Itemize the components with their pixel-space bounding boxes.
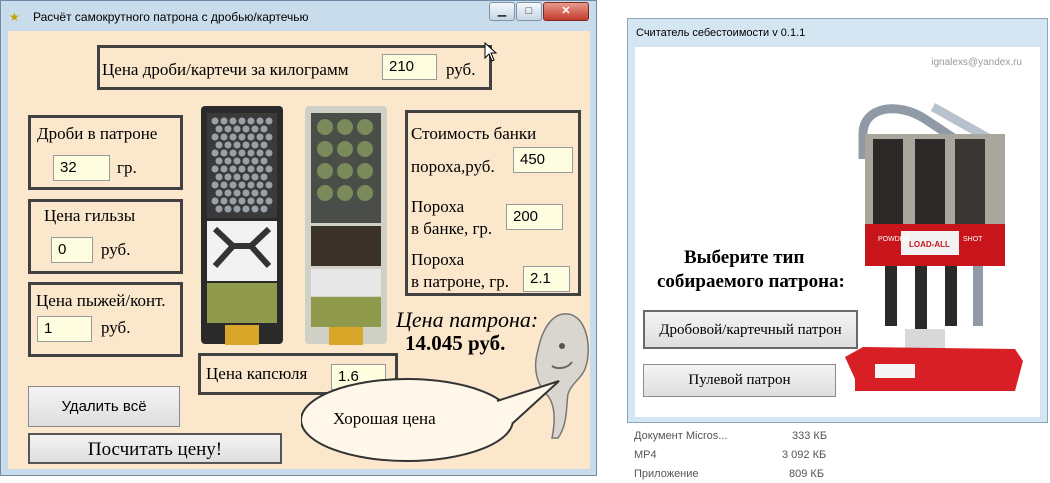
wad-price-unit: руб.	[101, 318, 131, 337]
maximize-button[interactable]: □	[516, 2, 542, 21]
minimize-button[interactable]: ▁	[489, 2, 515, 21]
calculate-button[interactable]: Посчитать цену!	[28, 433, 282, 464]
mouse-cursor-icon	[484, 42, 498, 62]
shot-label: SHOT	[963, 236, 983, 243]
case-price-input[interactable]: 0	[51, 237, 93, 263]
author-email: ignalexs@yandex.ru	[931, 57, 1022, 68]
result-value: 14.045 руб.	[405, 331, 506, 355]
case-price-group: Цена гильзы 0 руб.	[28, 199, 183, 274]
file-size: 809 КБ	[789, 468, 825, 480]
powder-can-cost-label: Стоимость банки	[411, 124, 537, 143]
brand-label: LOAD-ALL	[909, 240, 950, 249]
app-icon: ★	[9, 10, 20, 24]
shot-weight-group: Дроби в патроне 32 гр.	[28, 115, 183, 190]
close-button[interactable]: ✕	[543, 2, 589, 21]
window-title: Считатель себестоимости v 0.1.1	[636, 27, 806, 39]
shot-cartridge-button[interactable]: Дробовой/картечный патрон	[643, 310, 858, 349]
wad-price-group: Цена пыжей/конт. 1 руб.	[28, 282, 183, 357]
primer-price-label: Цена капсюля	[206, 364, 308, 383]
wad-price-label: Цена пыжей/конт.	[36, 291, 166, 310]
shot-calculator-window: ★ Расчёт самокрутного патрона с дробью/к…	[0, 0, 597, 476]
powder-in-shell-label-2: в патроне, гр.	[411, 272, 509, 291]
file-list-background: Документ Micros... 333 КБ MP4 3 092 КБ П…	[600, 420, 1050, 480]
powder-in-can-label: Пороха	[411, 197, 465, 216]
wad-price-input[interactable]: 1	[37, 316, 92, 342]
type-select-panel: ignalexs@yandex.ru POWDER SHOT LOAD-ALL …	[635, 47, 1040, 417]
calculator-panel: Цена дроби/картечи за килограмм 210 руб.…	[8, 31, 590, 469]
case-price-label: Цена гильзы	[44, 206, 136, 225]
shot-weight-unit: гр.	[117, 158, 137, 177]
cost-calculator-window: Считатель себестоимости v 0.1.1 ignalexs…	[627, 18, 1048, 423]
file-size: 333 КБ	[792, 430, 828, 442]
powder-group: Стоимость банки пороха,руб. 450 Пороха в…	[405, 110, 581, 296]
powder-in-shell-input[interactable]: 2.1	[523, 266, 570, 292]
shot-price-group: Цена дроби/картечи за килограмм 210 руб.	[97, 45, 492, 90]
powder-label: POWDER	[878, 236, 910, 243]
powder-in-can-input[interactable]: 200	[506, 204, 563, 230]
select-heading: Выберите тип	[684, 247, 805, 268]
shot-weight-input[interactable]: 32	[53, 155, 110, 181]
case-price-unit: руб.	[101, 240, 131, 259]
shot-price-unit: руб.	[446, 60, 476, 79]
shot-weight-label: Дроби в патроне	[37, 124, 158, 143]
result-label: Цена патрона:	[396, 307, 539, 332]
list-item[interactable]: Приложение 809 КБ	[634, 465, 854, 483]
window-title: Расчёт самокрутного патрона с дробью/кар…	[33, 10, 309, 24]
list-item[interactable]: MP4 3 092 КБ	[634, 446, 854, 464]
speech-text: Хорошая цена	[333, 409, 436, 428]
select-heading-2: собираемого патрона:	[657, 271, 845, 292]
shot-price-input[interactable]: 210	[382, 54, 437, 80]
powder-in-can-label-2: в банке, гр.	[411, 219, 493, 238]
file-type: Приложение	[634, 468, 699, 480]
bullet-cartridge-button[interactable]: Пулевой патрон	[643, 364, 836, 397]
clear-all-button[interactable]: Удалить всё	[28, 386, 180, 427]
powder-in-shell-label: Пороха	[411, 250, 465, 269]
shot-price-label: Цена дроби/картечи за килограмм	[102, 60, 349, 79]
powder-can-cost-label-2: пороха,руб.	[411, 157, 495, 176]
powder-can-cost-input[interactable]: 450	[513, 147, 573, 173]
reloading-press-image: POWDER SHOT LOAD-ALL	[845, 103, 1023, 391]
title-bar[interactable]: ★ Расчёт самокрутного патрона с дробью/к…	[1, 1, 596, 31]
list-item[interactable]: Документ Micros... 333 КБ	[634, 427, 854, 445]
shell-cutaway-image	[201, 106, 387, 345]
file-size: 3 092 КБ	[782, 449, 827, 461]
file-type: MP4	[634, 449, 657, 461]
file-type: Документ Micros...	[634, 430, 728, 442]
